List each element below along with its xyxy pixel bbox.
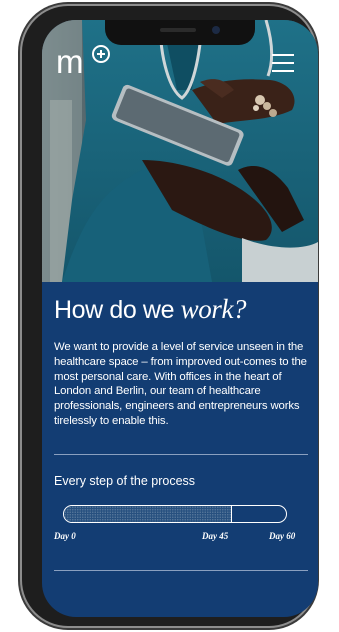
day-start-label: Day 0	[54, 531, 76, 541]
phone-notch	[105, 20, 255, 45]
headline-emphasis: work?	[180, 294, 247, 324]
phone-screen: m How do we work? We want to provide a l…	[42, 20, 318, 617]
menu-bar	[272, 70, 294, 72]
section-divider-top	[54, 454, 308, 455]
headline-plain: How do we	[54, 296, 181, 324]
phone-speaker	[160, 28, 196, 32]
process-progress-bar	[63, 505, 287, 523]
intro-paragraph: We want to provide a level of service un…	[54, 341, 307, 427]
section-divider-bottom	[54, 570, 308, 571]
day-end-label: Day 60	[269, 531, 296, 541]
brand-logo[interactable]: m	[56, 42, 116, 76]
menu-bar	[272, 54, 294, 56]
plus-circle-icon	[92, 45, 110, 63]
how-we-work-section: How do we work? We want to provide a lev…	[54, 294, 310, 429]
process-title: Every step of the process	[54, 474, 196, 488]
hamburger-menu-icon[interactable]	[270, 54, 296, 74]
menu-bar	[272, 62, 294, 64]
day-current-label: Day 45	[202, 531, 229, 541]
page-title: How do we work?	[54, 294, 310, 325]
process-progress-fill	[64, 506, 232, 522]
front-camera	[212, 26, 220, 34]
logo-letter: m	[56, 43, 84, 76]
